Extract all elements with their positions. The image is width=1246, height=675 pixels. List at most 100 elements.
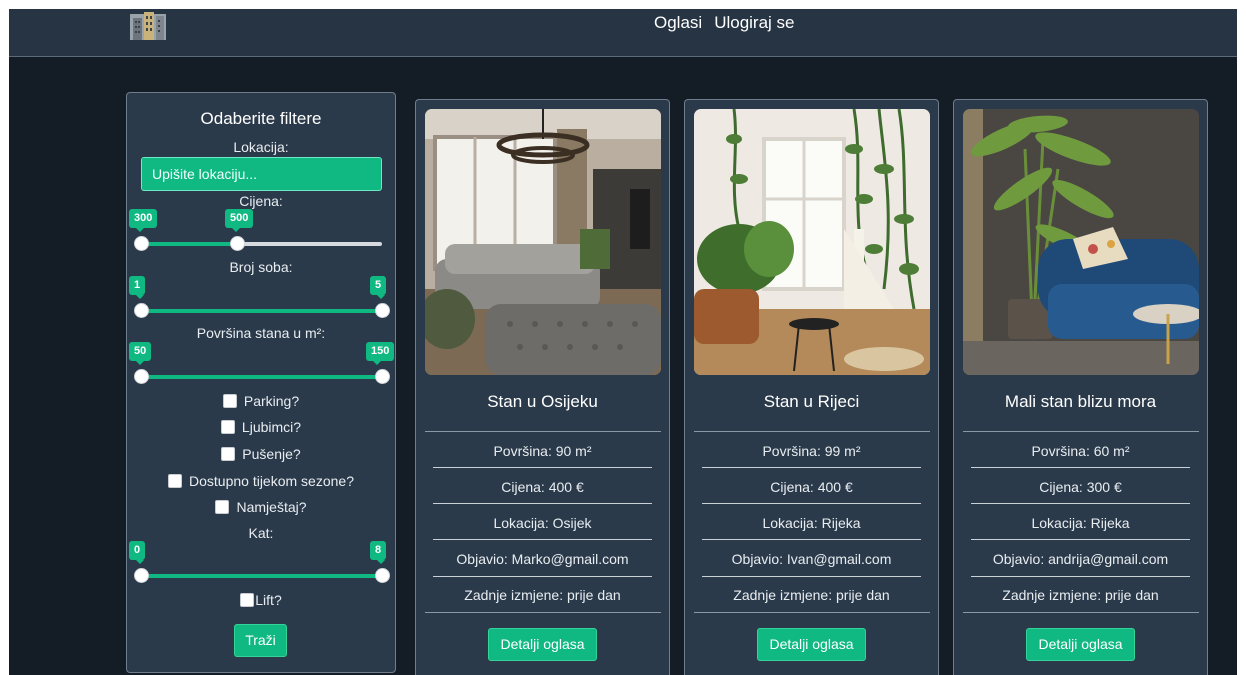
divider (694, 612, 930, 613)
price-fill (141, 242, 237, 246)
floor-max-value: 8 (370, 541, 387, 564)
listing-price: Cijena: 300 € (1039, 479, 1122, 495)
area-range-slider[interactable]: 50 150 (129, 342, 395, 385)
floor-label: Kat: (248, 525, 274, 541)
details-button[interactable]: Detalji oglasa (1026, 628, 1135, 661)
floor-min-handle[interactable] (134, 568, 149, 583)
divider (971, 503, 1190, 504)
divider (971, 576, 1190, 577)
floor-fill (141, 574, 382, 578)
seasonal-checkbox[interactable] (168, 474, 182, 488)
divider (694, 431, 930, 432)
rooms-min-handle[interactable] (134, 303, 149, 318)
parking-label: Parking? (243, 393, 300, 409)
listing-location: Lokacija: Osijek (493, 515, 592, 531)
plants-room-photo-icon[interactable] (694, 109, 930, 375)
listing-updated: Zadnje izmjene: prije dan (733, 587, 890, 603)
listing-price: Cijena: 400 € (501, 479, 584, 495)
filter-title: Odaberite filtere (200, 109, 322, 128)
seasonal-option: Dostupno tijekom sezone? (127, 473, 395, 489)
top-navbar: Oglasi Ulogiraj se (9, 9, 1237, 57)
listing-posted-by: Objavio: andrija@gmail.com (992, 551, 1169, 567)
rooms-min-value: 1 (129, 276, 146, 299)
details-button[interactable]: Detalji oglasa (757, 628, 866, 661)
listing-card: Mali stan blizu mora Površina: 60 m² Cij… (953, 99, 1208, 675)
listing-area: Površina: 60 m² (1031, 443, 1130, 459)
divider (702, 503, 921, 504)
listing-area: Površina: 90 m² (493, 443, 592, 459)
divider (433, 576, 652, 577)
listing-title: Mali stan blizu mora (1004, 392, 1157, 411)
details-button[interactable]: Detalji oglasa (488, 628, 597, 661)
pets-label: Ljubimci? (241, 419, 302, 435)
floor-range-slider[interactable]: 0 8 (129, 541, 390, 584)
app-window: Oglasi Ulogiraj se Odaberite filtere Lok… (9, 9, 1237, 675)
listing-posted-by: Objavio: Marko@gmail.com (456, 551, 629, 567)
listing-card: Stan u Osijeku Površina: 90 m² Cijena: 4… (415, 99, 670, 675)
furniture-label: Namještaj? (236, 499, 307, 515)
smoking-checkbox[interactable] (221, 447, 236, 461)
area-label: Površina stana u m²: (196, 325, 326, 341)
rooms-fill (141, 309, 382, 313)
listing-card: Stan u Rijeci Površina: 99 m² Cijena: 40… (684, 99, 939, 675)
furniture-option: Namještaj? (127, 499, 395, 515)
listing-title: Stan u Osijeku (487, 392, 598, 411)
divider (433, 539, 652, 540)
pets-option: Ljubimci? (127, 419, 395, 435)
rooms-label: Broj soba: (229, 259, 293, 275)
smoking-option: Pušenje? (127, 446, 395, 462)
rooms-max-handle[interactable] (375, 303, 390, 318)
divider (963, 612, 1199, 613)
lift-label: Lift? (255, 592, 282, 608)
price-min-handle[interactable] (134, 236, 149, 251)
location-input[interactable] (141, 157, 382, 191)
pets-checkbox[interactable] (220, 420, 235, 434)
divider (971, 539, 1190, 540)
furniture-checkbox[interactable] (215, 500, 230, 514)
divider (702, 576, 921, 577)
parking-checkbox[interactable] (222, 394, 237, 408)
seasonal-label: Dostupno tijekom sezone? (189, 473, 354, 489)
divider (971, 467, 1190, 468)
divider (425, 612, 661, 613)
listing-posted-by: Objavio: Ivan@gmail.com (731, 551, 892, 567)
price-min-value: 300 (129, 209, 158, 232)
floor-max-handle[interactable] (375, 568, 390, 583)
lift-option: Lift? (127, 592, 395, 608)
price-max-handle[interactable] (230, 236, 245, 251)
divider (702, 467, 921, 468)
rooms-range-slider[interactable]: 1 5 (129, 276, 390, 319)
divider (963, 431, 1199, 432)
nav-links: Oglasi Ulogiraj se (654, 13, 795, 33)
listing-location: Lokacija: Rijeka (1031, 515, 1130, 531)
living-room-photo-icon[interactable] (425, 109, 661, 375)
blue-sofa-photo-icon[interactable] (963, 109, 1199, 375)
area-fill (141, 375, 382, 379)
divider (702, 539, 921, 540)
nav-login-link[interactable]: Ulogiraj se (714, 13, 794, 33)
filter-panel: Odaberite filtere Lokacija: Cijena: 300 … (126, 92, 396, 673)
area-min-value: 50 (129, 342, 152, 365)
search-button[interactable]: Traži (234, 624, 287, 657)
divider (433, 503, 652, 504)
smoking-label: Pušenje? (242, 446, 301, 462)
divider (433, 467, 652, 468)
price-max-value: 500 (225, 209, 254, 232)
listing-updated: Zadnje izmjene: prije dan (464, 587, 621, 603)
price-range-slider[interactable]: 300 500 (129, 209, 382, 252)
building-logo-icon[interactable] (130, 10, 166, 40)
listing-area: Površina: 99 m² (762, 443, 861, 459)
rooms-max-value: 5 (370, 276, 387, 299)
listing-location: Lokacija: Rijeka (762, 515, 861, 531)
floor-min-value: 0 (129, 541, 146, 564)
lift-checkbox[interactable] (240, 593, 255, 607)
divider (425, 431, 661, 432)
listing-price: Cijena: 400 € (770, 479, 853, 495)
location-label: Lokacija: (233, 139, 289, 155)
listing-title: Stan u Rijeci (763, 392, 860, 411)
area-max-handle[interactable] (375, 369, 390, 384)
area-max-value: 150 (366, 342, 395, 365)
area-min-handle[interactable] (134, 369, 149, 384)
parking-option: Parking? (127, 393, 395, 409)
nav-oglasi-link[interactable]: Oglasi (654, 13, 702, 33)
